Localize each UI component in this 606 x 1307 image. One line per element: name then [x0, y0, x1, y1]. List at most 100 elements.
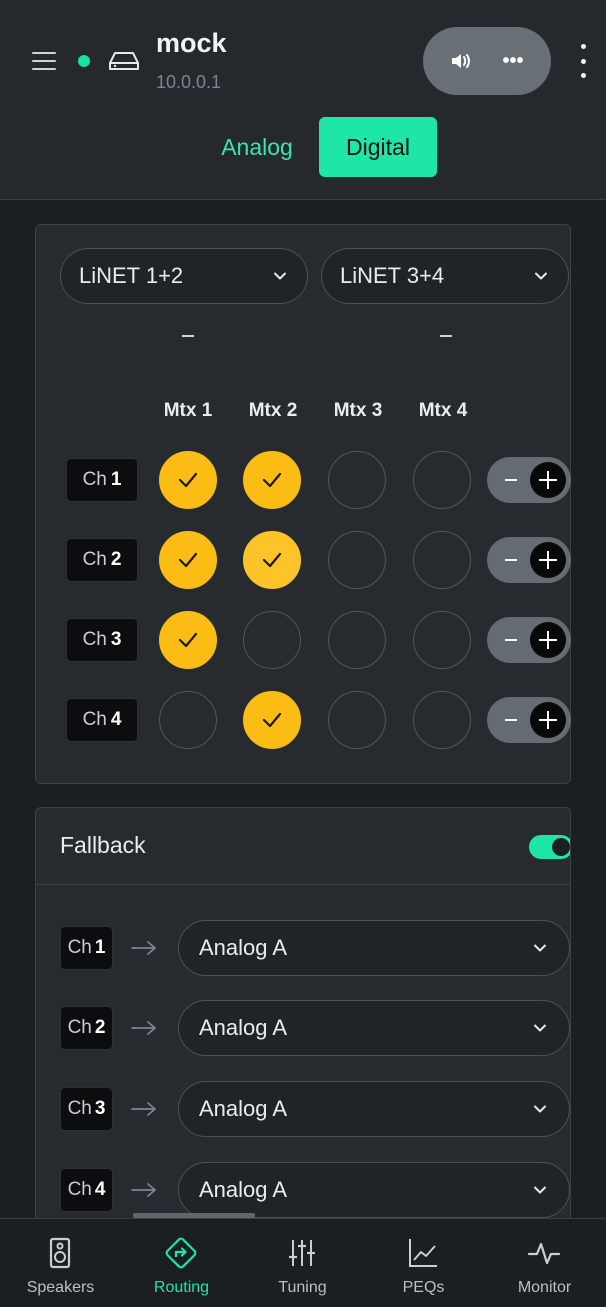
- column-header-mtx-3: Mtx 3: [333, 400, 383, 421]
- nav-speakers[interactable]: Speakers: [0, 1219, 121, 1307]
- input-1-value: [182, 335, 194, 337]
- gain-stepper[interactable]: [487, 537, 571, 583]
- channel-number: 4: [94, 1179, 106, 1200]
- channel-prefix: Ch: [67, 1017, 92, 1038]
- kebab-menu-icon[interactable]: [578, 44, 588, 78]
- matrix-cell[interactable]: [243, 531, 301, 589]
- channel-prefix: Ch: [82, 709, 107, 730]
- matrix-cell[interactable]: [413, 531, 471, 589]
- column-header-mtx-4: Mtx 4: [418, 400, 468, 421]
- fallback-channel-badge: Ch 1: [60, 926, 113, 970]
- channel-number: 3: [110, 629, 122, 650]
- plus-icon[interactable]: [530, 622, 566, 658]
- gain-stepper[interactable]: [487, 617, 571, 663]
- fallback-source-select[interactable]: Analog A: [178, 1000, 570, 1056]
- toggle-knob: [552, 838, 570, 856]
- minus-icon[interactable]: [505, 719, 517, 721]
- matrix-cell[interactable]: [159, 691, 217, 749]
- fallback-toggle[interactable]: [529, 835, 570, 859]
- nav-peqs[interactable]: PEQs: [363, 1219, 484, 1307]
- matrix-cell[interactable]: [159, 611, 217, 669]
- plus-icon[interactable]: [530, 462, 566, 498]
- fallback-source-select[interactable]: Analog A: [178, 1081, 570, 1137]
- speaker-sound-icon: [452, 54, 470, 68]
- gain-stepper[interactable]: [487, 457, 571, 503]
- matrix-cell[interactable]: [328, 691, 386, 749]
- channel-badge: Ch 3: [66, 618, 138, 662]
- input-2-value: [440, 335, 452, 337]
- checkmark-icon: [262, 552, 282, 568]
- chevron-down-icon: [534, 1024, 546, 1032]
- channel-number: 4: [110, 709, 122, 730]
- minus-icon[interactable]: [505, 639, 517, 641]
- pulse-icon: [527, 1242, 561, 1265]
- fallback-channel-badge: Ch 2: [60, 1006, 113, 1050]
- channel-number: 2: [110, 549, 122, 570]
- matrix-cell[interactable]: [328, 611, 386, 669]
- channel-badge: Ch 2: [66, 538, 138, 582]
- nav-monitor[interactable]: Monitor: [484, 1219, 605, 1307]
- tab-digital[interactable]: Digital: [319, 117, 437, 177]
- chevron-down-icon: [534, 1105, 546, 1113]
- arrow-right-icon: [130, 1101, 158, 1117]
- graph-icon: [409, 1239, 437, 1267]
- matrix-cell[interactable]: [243, 451, 301, 509]
- nav-routing[interactable]: Routing: [121, 1219, 242, 1307]
- matrix-cell[interactable]: [413, 451, 471, 509]
- channel-prefix: Ch: [67, 937, 92, 958]
- channel-number: 3: [94, 1098, 106, 1119]
- minus-icon[interactable]: [505, 479, 517, 481]
- tab-analog[interactable]: Analog: [208, 117, 306, 177]
- header: mock 10.0.0.1 ••• Analog Digital: [0, 0, 606, 200]
- more-button[interactable]: •••: [495, 43, 531, 79]
- identify-sound-button[interactable]: [443, 43, 479, 79]
- channel-number: 1: [110, 469, 122, 490]
- fallback-source-label: Analog A: [199, 1177, 288, 1202]
- channel-prefix: Ch: [82, 549, 107, 570]
- input-select-2[interactable]: LiNET 3+4: [321, 248, 569, 304]
- divider: [36, 884, 570, 885]
- matrix-cell[interactable]: [328, 531, 386, 589]
- nav-routing-label: Routing: [153, 1279, 210, 1296]
- checkmark-icon: [178, 632, 198, 648]
- channel-badge: Ch 4: [66, 698, 138, 742]
- channel-prefix: Ch: [82, 629, 107, 650]
- nav-peqs-label: PEQs: [402, 1279, 445, 1296]
- bottom-navigation: Speakers Routing Tuning PEQs Monitor: [0, 1218, 606, 1307]
- device-name: mock: [156, 28, 227, 58]
- nav-tuning[interactable]: Tuning: [242, 1219, 363, 1307]
- chevron-down-icon: [534, 1186, 546, 1194]
- nav-monitor-label: Monitor: [517, 1279, 572, 1296]
- channel-prefix: Ch: [67, 1179, 92, 1200]
- routing-icon: [165, 1237, 197, 1269]
- checkmark-icon: [262, 472, 282, 488]
- checkmark-icon: [178, 472, 198, 488]
- matrix-cell[interactable]: [413, 611, 471, 669]
- quick-actions-pill: •••: [423, 27, 551, 95]
- arrow-right-icon: [130, 1020, 158, 1036]
- chevron-down-icon: [274, 272, 286, 280]
- matrix-cell[interactable]: [159, 451, 217, 509]
- checkmark-icon: [262, 712, 282, 728]
- gain-stepper[interactable]: [487, 697, 571, 743]
- minus-icon[interactable]: [505, 559, 517, 561]
- matrix-card: LiNET 1+2 LiNET 3+4 Mtx 1 Mtx 2 Mtx 3 Mt…: [35, 224, 571, 784]
- matrix-cell[interactable]: [243, 691, 301, 749]
- channel-prefix: Ch: [67, 1098, 92, 1119]
- matrix-cell[interactable]: [243, 611, 301, 669]
- matrix-cell[interactable]: [413, 691, 471, 749]
- hamburger-menu-icon[interactable]: [32, 52, 56, 72]
- device-drive-icon: [109, 52, 139, 70]
- plus-icon[interactable]: [530, 702, 566, 738]
- fallback-source-label: Analog A: [199, 1015, 288, 1040]
- fallback-card: Fallback Ch 1 Analog A Ch 2 Analog A Ch 3 Analog…: [35, 807, 571, 1237]
- channel-number: 2: [94, 1017, 106, 1038]
- matrix-cell[interactable]: [159, 531, 217, 589]
- fallback-source-select[interactable]: Analog A: [178, 1162, 570, 1218]
- plus-icon[interactable]: [530, 542, 566, 578]
- input-select-1[interactable]: LiNET 1+2: [60, 248, 308, 304]
- fallback-source-select[interactable]: Analog A: [178, 920, 570, 976]
- checkmark-icon: [178, 552, 198, 568]
- matrix-cell[interactable]: [328, 451, 386, 509]
- nav-speakers-label: Speakers: [26, 1279, 95, 1296]
